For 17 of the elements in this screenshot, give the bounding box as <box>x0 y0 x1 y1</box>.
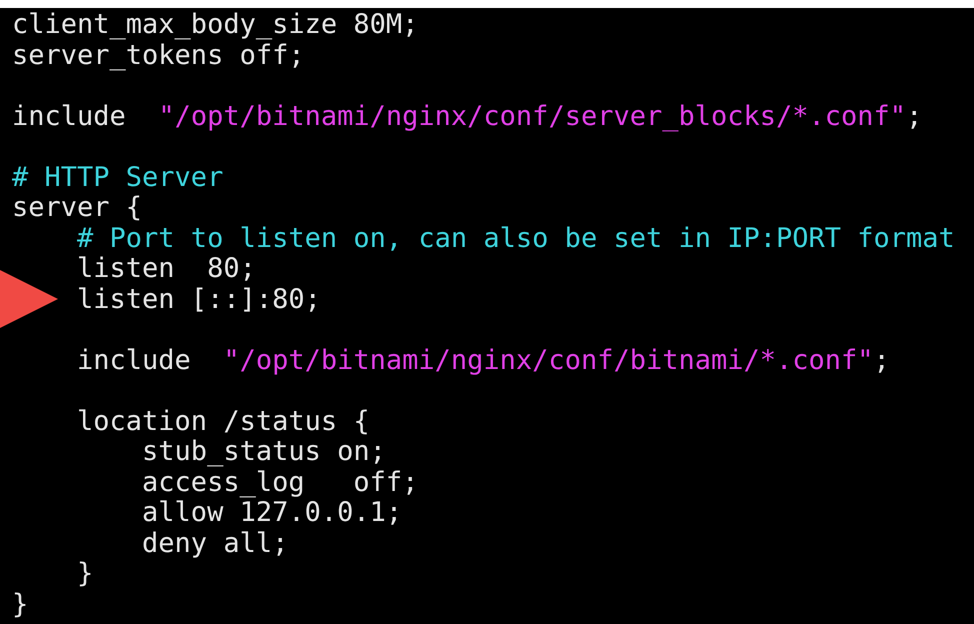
code-line: } <box>12 590 28 620</box>
code-line: include "/opt/bitnami/nginx/conf/bitnami/*.conf"; <box>76 346 890 376</box>
code-line: client_max_body_size 80M; <box>12 10 418 40</box>
code-line: listen 80; <box>76 254 256 284</box>
code-line: # HTTP Server <box>12 162 224 193</box>
arrow-marker-icon <box>0 270 58 328</box>
code-line: access_log off; <box>141 468 418 498</box>
code-line: server { <box>12 193 142 224</box>
code-line: include "/opt/bitnami/nginx/conf/server_blocks/*.conf"; <box>12 102 922 132</box>
code-line: location /status { <box>76 406 370 437</box>
code-line: listen [::]:80; <box>76 284 321 315</box>
code-line: stub_status on; <box>141 437 386 468</box>
code-line: deny all; <box>141 528 288 559</box>
code-line: } <box>76 559 94 590</box>
code-line: allow 127.0.0.1; <box>141 498 402 528</box>
code-line: server_tokens off; <box>12 40 305 71</box>
code-line: # Port to listen on, can also be set in IP:PORT format <box>76 224 955 254</box>
